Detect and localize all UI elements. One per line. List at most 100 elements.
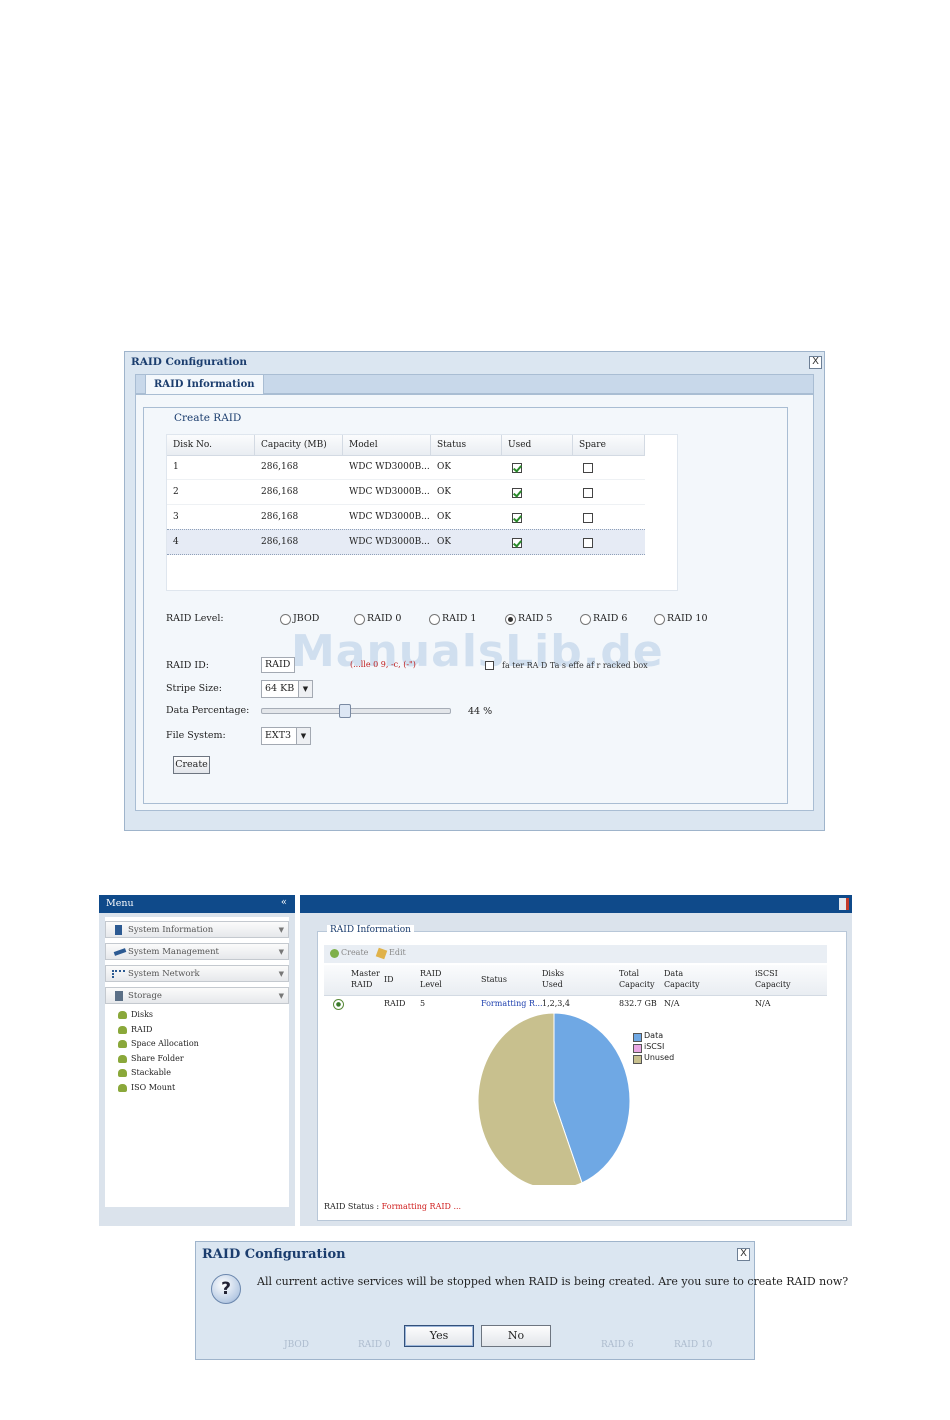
close-icon[interactable]: X xyxy=(809,356,822,369)
menu-sub-space-allocation[interactable]: Space Allocation xyxy=(118,1037,199,1051)
used-checkbox[interactable] xyxy=(512,538,522,548)
file-system-value: EXT3 xyxy=(265,730,292,741)
radio-jbod[interactable]: JBOD xyxy=(280,613,319,625)
col-raid-level[interactable]: RAID Level xyxy=(420,968,450,990)
data-percentage-value: 44 % xyxy=(468,706,493,717)
col-capacity[interactable]: Capacity (MB) xyxy=(255,435,343,455)
master-raid-hint: fa ter RA D Ta s effe af r racked box xyxy=(502,661,648,670)
raid-config-window: RAID Configuration X RAID Information Cr… xyxy=(124,351,825,831)
disk-model: WDC WD3000B... xyxy=(349,537,430,547)
used-checkbox[interactable] xyxy=(512,513,522,523)
chevron-down-icon: ▼ xyxy=(296,728,310,744)
disk-status: OK xyxy=(437,537,452,547)
disk-model: WDC WD3000B... xyxy=(349,462,430,472)
master-raid-radio[interactable]: ● xyxy=(333,999,344,1010)
col-used[interactable]: Used xyxy=(502,435,573,455)
chevron-down-icon: ▼ xyxy=(298,681,312,697)
col-master-raid[interactable]: Master RAID xyxy=(351,968,380,990)
spare-checkbox[interactable] xyxy=(583,538,593,548)
menu-sub-raid[interactable]: RAID xyxy=(118,1023,152,1037)
col-status[interactable]: Status xyxy=(481,974,507,985)
legend-iscsi: iSCSI xyxy=(644,1042,665,1051)
menu-sub-iso-mount[interactable]: ISO Mount xyxy=(118,1081,175,1095)
collapse-icon[interactable]: « xyxy=(281,894,287,912)
col-id[interactable]: ID xyxy=(384,974,394,985)
logout-icon[interactable] xyxy=(839,898,849,910)
window-title: RAID Configuration xyxy=(131,356,247,368)
col-total-capacity[interactable]: Total Capacity xyxy=(619,968,659,990)
col-status[interactable]: Status xyxy=(431,435,502,455)
spare-checkbox[interactable] xyxy=(583,463,593,473)
radio-raid10[interactable]: RAID 10 xyxy=(654,613,708,625)
menu-sub-stackable[interactable]: Stackable xyxy=(118,1066,171,1080)
raid-id-input[interactable]: RAID xyxy=(261,657,295,673)
toolbar-edit-button[interactable]: Edit xyxy=(389,948,406,957)
dialog-title: RAID Configuration xyxy=(202,1247,346,1262)
stripe-size-label: Stripe Size: xyxy=(166,683,223,694)
capacity-pie-chart xyxy=(477,1012,631,1185)
chevron-down-icon: ▼ xyxy=(278,926,284,934)
col-data-capacity[interactable]: Data Capacity xyxy=(664,968,704,990)
disk-capacity: 286,168 xyxy=(261,462,299,472)
radio-raid0[interactable]: RAID 0 xyxy=(354,613,401,625)
confirm-dialog: RAID Configuration X ? All current activ… xyxy=(195,1241,848,1360)
table-row[interactable]: 3 286,168 WDC WD3000B... OK xyxy=(167,505,645,530)
menu-header: Menu « xyxy=(99,895,295,913)
stripe-size-value: 64 KB xyxy=(265,683,295,694)
add-icon xyxy=(330,949,339,958)
spare-checkbox[interactable] xyxy=(583,488,593,498)
menu-sub-share-folder[interactable]: Share Folder xyxy=(118,1052,184,1066)
raid-info-legend: RAID Information xyxy=(327,925,414,935)
no-button[interactable]: No xyxy=(481,1325,551,1347)
edit-icon xyxy=(375,947,388,960)
table-row[interactable]: 2 286,168 WDC WD3000B... OK xyxy=(167,480,645,505)
tab-strip: RAID Information xyxy=(135,374,814,395)
col-spare[interactable]: Spare xyxy=(573,435,645,455)
menu-system-network[interactable]: System Network ▼ xyxy=(105,965,289,982)
disk-capacity: 286,168 xyxy=(261,537,299,547)
menu-system-information[interactable]: System Information ▼ xyxy=(105,921,289,938)
stripe-size-select[interactable]: 64 KB ▼ xyxy=(261,680,313,698)
radio-raid6[interactable]: RAID 6 xyxy=(580,613,627,625)
slider-handle[interactable] xyxy=(338,704,351,718)
menu-title: Menu xyxy=(106,898,134,909)
col-model[interactable]: Model xyxy=(343,435,431,455)
col-iscsi-capacity[interactable]: iSCSI Capacity xyxy=(755,968,795,990)
toolbar-create-button[interactable]: Create xyxy=(341,948,368,957)
menu-storage[interactable]: Storage ▼ xyxy=(105,987,289,1004)
col-disks-used[interactable]: Disks Used xyxy=(542,968,572,990)
disk-grid-header: Disk No. Capacity (MB) Model Status Used… xyxy=(167,435,645,456)
raid-id-hint: (...lle 0 9, -c, (-") xyxy=(350,660,416,669)
tab-raid-information[interactable]: RAID Information xyxy=(145,374,264,395)
table-row[interactable]: 1 286,168 WDC WD3000B... OK xyxy=(167,455,645,480)
col-disk-no[interactable]: Disk No. xyxy=(167,435,255,455)
used-checkbox[interactable] xyxy=(512,488,522,498)
storage-icon xyxy=(115,991,123,1001)
legend-swatch-unused xyxy=(633,1055,642,1064)
create-button[interactable]: Create xyxy=(173,756,210,774)
menu-system-management[interactable]: System Management ▼ xyxy=(105,943,289,960)
dialog-message: All current active services will be stop… xyxy=(257,1275,849,1288)
menu-sub-disks[interactable]: Disks xyxy=(118,1008,153,1022)
radio-raid1[interactable]: RAID 1 xyxy=(429,613,476,625)
yes-button[interactable]: Yes xyxy=(404,1325,474,1347)
legend-swatch-iscsi xyxy=(633,1044,642,1053)
used-checkbox[interactable] xyxy=(512,463,522,473)
menu-item-label: Storage xyxy=(128,991,162,1001)
disk-capacity: 286,168 xyxy=(261,512,299,522)
data-percentage-slider[interactable] xyxy=(261,708,451,714)
question-icon: ? xyxy=(211,1274,241,1304)
spare-checkbox[interactable] xyxy=(583,513,593,523)
wrench-icon xyxy=(113,948,127,956)
close-icon[interactable]: X xyxy=(737,1248,750,1261)
main-header xyxy=(300,895,852,913)
chevron-down-icon: ▼ xyxy=(278,970,284,978)
table-row[interactable]: 4 286,168 WDC WD3000B... OK xyxy=(167,529,645,555)
file-system-select[interactable]: EXT3 ▼ xyxy=(261,727,311,745)
chevron-down-icon: ▼ xyxy=(278,992,284,1000)
disk-no: 3 xyxy=(173,512,179,522)
master-raid-checkbox[interactable] xyxy=(485,661,494,670)
radio-raid5[interactable]: RAID 5 xyxy=(505,613,552,625)
info-icon xyxy=(115,925,122,935)
raid-level-label: RAID Level: xyxy=(166,613,224,624)
